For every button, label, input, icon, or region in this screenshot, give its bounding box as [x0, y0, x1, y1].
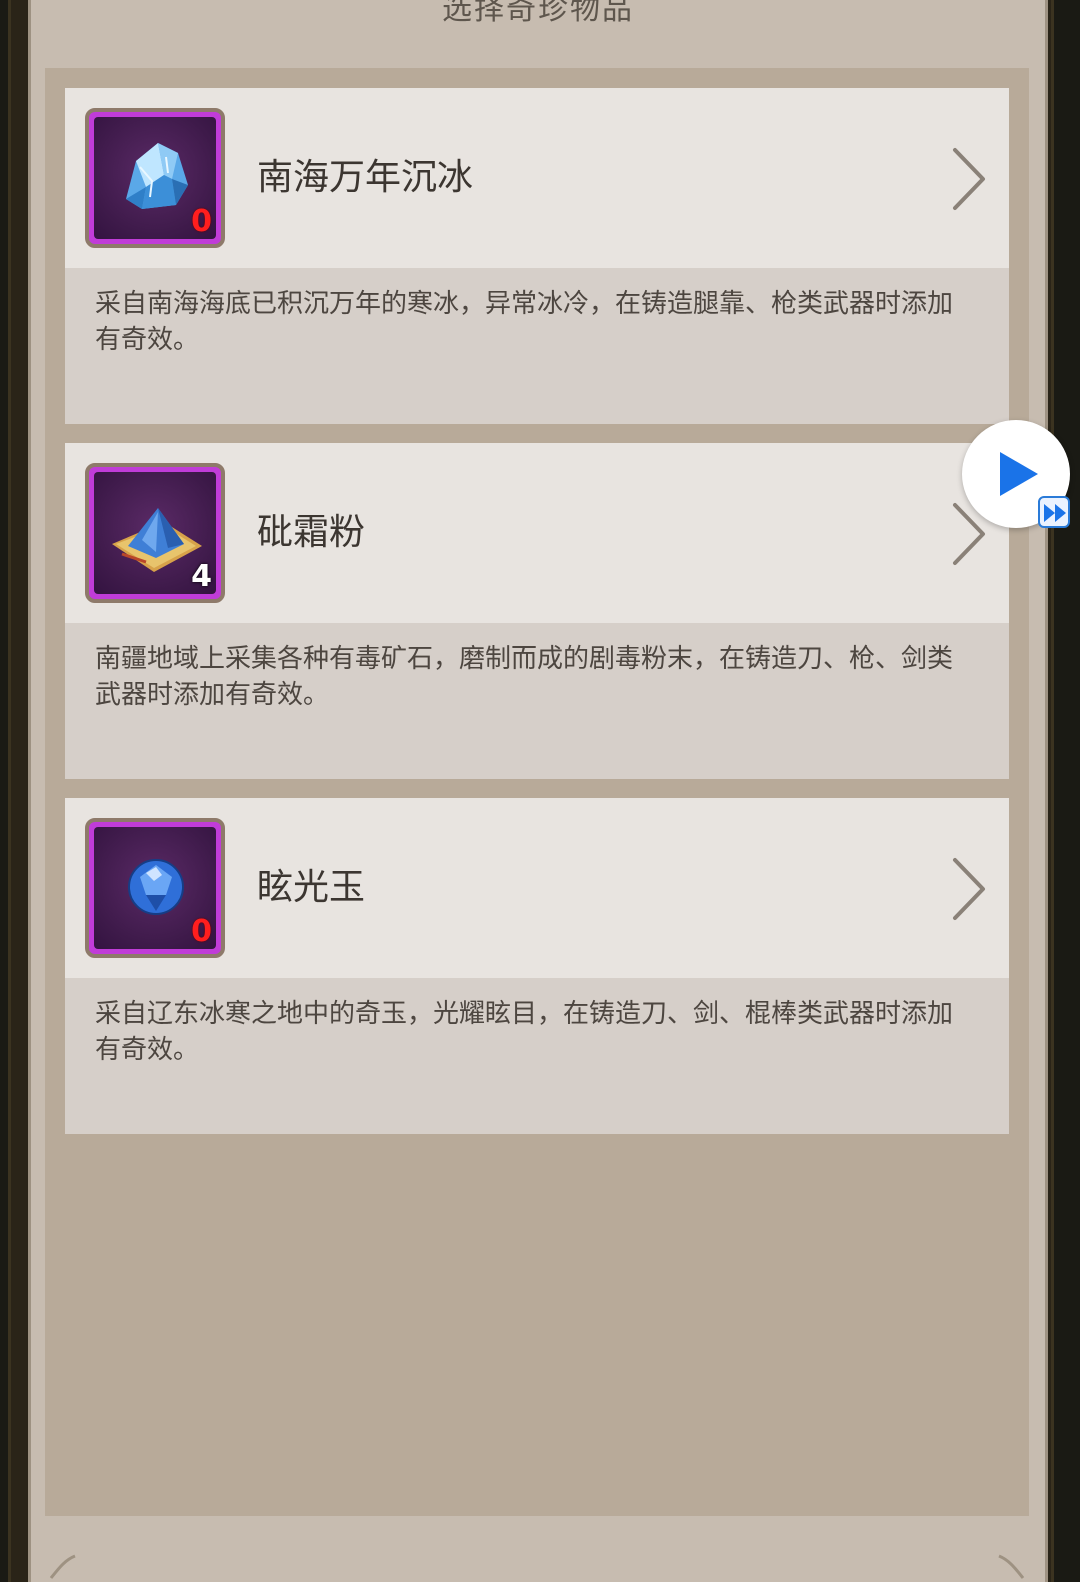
item-name: 南海万年沉冰: [257, 157, 474, 198]
item-name: 砒霜粉: [257, 512, 366, 553]
item-description: 南疆地域上采集各种有毒矿石，磨制而成的剧毒粉末，在铸造刀、枪、剑类武器时添加有奇…: [95, 644, 954, 710]
item-count: 0: [191, 914, 212, 949]
item-slot[interactable]: 0: [85, 108, 225, 248]
item-header-row[interactable]: 0 眩光玉: [65, 798, 1009, 978]
blue-ice-icon: 0: [94, 117, 216, 239]
item-description-box: 采自辽东冰寒之地中的奇玉，光耀眩目，在铸造刀、剑、棍棒类武器时添加有奇效。: [65, 978, 1009, 1134]
item-card[interactable]: 4 砒霜粉 南疆地域上采集各种有毒矿石，磨制而成的剧毒粉末，在铸造刀、枪、剑类武…: [65, 443, 1009, 779]
item-name: 眩光玉: [257, 867, 366, 908]
selection-panel: 选择奇珍物品 0 南海万年沉冰 采自南海海底已积沉万年的寒冰，异常冰冷，在铸造腿…: [28, 0, 1048, 1582]
item-description-box: 采自南海海底已积沉万年的寒冰，异常冰冷，在铸造腿靠、枪类武器时添加有奇效。: [65, 268, 1009, 424]
item-header-row[interactable]: 4 砒霜粉: [65, 443, 1009, 623]
item-description: 采自辽东冰寒之地中的奇玉，光耀眩目，在铸造刀、剑、棍棒类武器时添加有奇效。: [95, 999, 954, 1065]
fast-forward-button[interactable]: [1038, 496, 1070, 528]
item-count: 0: [191, 204, 212, 239]
item-count: 4: [191, 559, 212, 594]
item-slot[interactable]: 4: [85, 463, 225, 603]
item-card[interactable]: 0 南海万年沉冰 采自南海海底已积沉万年的寒冰，异常冰冷，在铸造腿靠、枪类武器时…: [65, 88, 1009, 424]
item-description-box: 南疆地域上采集各种有毒矿石，磨制而成的剧毒粉末，在铸造刀、枪、剑类武器时添加有奇…: [65, 623, 1009, 779]
blue-gem-icon: 0: [94, 827, 216, 949]
blue-powder-icon: 4: [94, 472, 216, 594]
chevron-right-icon[interactable]: [949, 146, 989, 212]
bottom-ornament: [49, 1554, 1025, 1579]
item-header-row[interactable]: 0 南海万年沉冰: [65, 88, 1009, 268]
item-description: 采自南海海底已积沉万年的寒冰，异常冰冷，在铸造腿靠、枪类武器时添加有奇效。: [95, 289, 954, 355]
play-icon: [1000, 452, 1038, 496]
item-card[interactable]: 0 眩光玉 采自辽东冰寒之地中的奇玉，光耀眩目，在铸造刀、剑、棍棒类武器时添加有…: [65, 798, 1009, 1134]
item-slot[interactable]: 0: [85, 818, 225, 958]
chevron-right-icon[interactable]: [949, 856, 989, 922]
panel-title: 选择奇珍物品: [442, 0, 634, 27]
fast-forward-icon: [1044, 504, 1066, 522]
item-list[interactable]: 0 南海万年沉冰 采自南海海底已积沉万年的寒冰，异常冰冷，在铸造腿靠、枪类武器时…: [45, 68, 1029, 1516]
